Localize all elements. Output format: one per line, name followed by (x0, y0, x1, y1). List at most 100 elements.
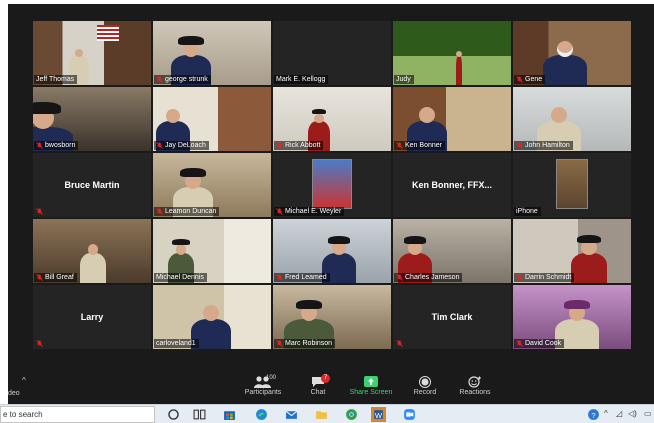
participant-name-tag (394, 214, 399, 216)
reactions-label: Reactions (459, 389, 491, 396)
participant-tile-rick[interactable]: Rick Abbott (273, 87, 391, 151)
participant-tile-larry[interactable]: Larry (33, 285, 151, 349)
reactions-icon (468, 376, 481, 388)
share-screen-icon (364, 376, 378, 387)
participant-name-tag: John Hamilton (514, 141, 573, 150)
participant-tile-leamon[interactable]: Leamon Duncan (153, 153, 271, 217)
participant-name: Rick Abbott (285, 142, 321, 149)
participant-tile-george[interactable]: george strunk (153, 21, 271, 85)
participant-name: Jay DeLoach (165, 142, 206, 149)
participant-tile-mark[interactable]: Mark E. Kellogg (273, 21, 391, 85)
participant-name: David Cook (525, 340, 562, 347)
participants-count: 100 (266, 375, 277, 381)
help-icon[interactable]: ? (586, 407, 601, 422)
participant-name-tag (394, 339, 406, 348)
participant-tile-kenb1[interactable]: Ken Bonner (393, 87, 511, 151)
participant-name: george strunk (165, 76, 208, 83)
participant-name-tag: David Cook (514, 339, 565, 348)
participant-name-tag: Charles Jameson (394, 273, 463, 282)
participant-name-center: Bruce Martin (64, 180, 120, 190)
participant-tile-gene[interactable]: Gene (513, 21, 631, 85)
participant-name-tag: Michael Dennis (154, 273, 207, 282)
person-body (80, 253, 106, 283)
participant-tile-jeff[interactable]: Jeff Thomas (33, 21, 151, 85)
word-icon[interactable]: W (371, 407, 386, 422)
flag (97, 25, 119, 41)
participant-tile-michaelw[interactable]: Michael E. Weyler (273, 153, 391, 217)
participant-name-center: Tim Clark (431, 312, 473, 322)
participant-tile-iphone[interactable]: iPhone (513, 153, 631, 217)
zoom-meeting-window: Jeff Thomas george strunk Mark E. Kellogg J… (8, 4, 654, 404)
participant-name: iPhone (516, 208, 538, 215)
participant-tile-kenb2[interactable]: Ken Bonner, FFX... (393, 153, 511, 217)
zoom-icon[interactable] (402, 407, 417, 422)
participant-name-tag: carloveland1 (154, 339, 199, 348)
participant-name-center: Ken Bonner, FFX... (411, 180, 492, 190)
mail-icon[interactable] (284, 407, 299, 422)
tricorn-hat (327, 235, 351, 244)
participant-tile-tim[interactable]: Tim Clark (393, 285, 511, 349)
participant-tile-david[interactable]: David Cook (513, 285, 631, 349)
svg-text:?: ? (591, 411, 595, 420)
task-view-icon[interactable] (192, 407, 207, 422)
volume-icon[interactable]: ◁) (628, 409, 637, 418)
person-body (456, 55, 462, 85)
taskbar-search-box[interactable]: e to search (0, 406, 155, 423)
participant-name: carloveland1 (156, 340, 196, 347)
participant-name-tag: Jay DeLoach (154, 141, 209, 150)
person-body (571, 253, 607, 283)
participant-tile-marc[interactable]: Marc Robinson (273, 285, 391, 349)
share-screen-button[interactable]: Share Screen (341, 375, 401, 396)
tray-chevron-icon[interactable]: ^ (604, 409, 608, 418)
participant-tile-bwosborn[interactable]: bwosborn (33, 87, 151, 151)
store-icon[interactable] (222, 407, 237, 422)
participant-tile-charles[interactable]: Charles Jameson (393, 219, 511, 283)
participant-name: Michael Dennis (156, 274, 204, 281)
reactions-button[interactable]: Reactions (445, 375, 505, 396)
chat-button[interactable]: 7 Chat (288, 374, 348, 396)
chrome-icon[interactable] (344, 407, 359, 422)
participant-tile-darrin[interactable]: Darrin Schmidt (513, 219, 631, 283)
muted-mic-icon (36, 142, 43, 149)
participant-name: Charles Jameson (405, 274, 460, 281)
search-placeholder: e to search (3, 410, 43, 419)
participant-name-tag: george strunk (154, 75, 211, 84)
profile-photo (556, 159, 588, 209)
muted-mic-icon (276, 274, 283, 281)
participant-tile-judy[interactable]: Judy (393, 21, 511, 85)
participant-tile-fred[interactable]: Fred Leamed (273, 219, 391, 283)
notifications-icon[interactable]: ▭ (644, 409, 652, 418)
participant-name-tag (34, 207, 46, 216)
file-explorer-icon[interactable] (314, 407, 329, 422)
edge-icon[interactable] (254, 407, 269, 422)
tricorn-hat (564, 300, 590, 309)
search-circle-icon[interactable] (166, 407, 181, 422)
record-icon (419, 376, 431, 388)
chat-unread-badge: 7 (321, 374, 330, 383)
participant-tile-carlo[interactable]: carloveland1 (153, 285, 271, 349)
participant-tile-bill[interactable]: Bill Greaf (33, 219, 151, 283)
person-head (314, 113, 324, 123)
gallery-grid: Jeff Thomas george strunk Mark E. Kellogg J… (33, 21, 631, 349)
participant-tile-jay[interactable]: Jay DeLoach (153, 87, 271, 151)
participant-tile-john[interactable]: John Hamilton (513, 87, 631, 151)
person-head (557, 41, 573, 57)
network-icon[interactable]: ◿ (616, 409, 622, 418)
participant-name-tag: bwosborn (34, 141, 79, 150)
participant-name-tag: iPhone (514, 207, 541, 216)
participant-name: Fred Leamed (285, 274, 327, 281)
video-label[interactable]: deo (8, 390, 20, 397)
participants-label: Participants (244, 389, 282, 396)
participant-name-tag: Michael E. Weyler (274, 207, 345, 216)
person-head (551, 107, 567, 123)
participant-tile-bruce[interactable]: Bruce Martin (33, 153, 151, 217)
participant-tile-michaeld[interactable]: Michael Dennis (153, 219, 271, 283)
video-options-caret-icon[interactable]: ^ (22, 376, 26, 385)
participant-name-tag: Rick Abbott (274, 141, 324, 150)
participant-name: Leamon Duncan (165, 208, 217, 215)
participant-name-tag: Mark E. Kellogg (274, 75, 329, 84)
participant-name-tag: Fred Leamed (274, 273, 330, 282)
participants-button[interactable]: 100 Participants (233, 375, 293, 396)
participant-name-tag: Judy (394, 75, 414, 84)
participant-name: Ken Bonner (405, 142, 442, 149)
